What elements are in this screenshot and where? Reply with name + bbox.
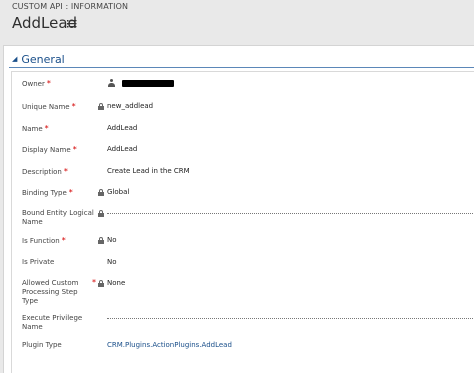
form-header: CUSTOM API : INFORMATION AddLead [0, 0, 474, 44]
field-plugin-type: Plugin Type CRM.Plugins.ActionPlugins.Ad… [12, 341, 474, 355]
entity-form-label: CUSTOM API : INFORMATION [12, 2, 129, 11]
field-value[interactable]: Create Lead in the CRM [107, 167, 190, 176]
field-value[interactable]: AddLead [107, 145, 137, 154]
required-marker: * [63, 167, 68, 176]
field-label: Is Private [22, 258, 55, 266]
field-value: new_addlead [107, 102, 154, 110]
required-marker: * [92, 278, 96, 287]
user-icon [108, 79, 115, 88]
empty-value-line[interactable] [107, 318, 474, 319]
section-title: General [21, 52, 65, 66]
field-label: Bound Entity Logical Name [22, 209, 94, 226]
field-description: Description * Create Lead in the CRM [12, 167, 474, 181]
lock-icon [98, 189, 104, 196]
lock-icon [98, 237, 104, 244]
field-execute-privilege-name: Execute Privilege Name [12, 314, 474, 338]
section-header-general[interactable]: ◢ General [12, 52, 65, 66]
plugin-type-link[interactable]: CRM.Plugins.ActionPlugins.AddLead [107, 341, 232, 350]
field-list: Owner * Unique Name * new_addlead Name * Ad… [11, 71, 474, 373]
required-marker: * [71, 102, 76, 111]
field-value: Global [107, 188, 130, 196]
field-is-function: Is Function * No [12, 236, 474, 250]
field-label: Plugin Type [22, 341, 62, 349]
required-marker: * [68, 188, 73, 197]
field-value: None [107, 279, 126, 287]
field-bound-entity-logical-name: Bound Entity Logical Name [12, 209, 474, 233]
field-label: Allowed Custom Processing Step Type [22, 279, 79, 305]
field-label: Unique Name * [22, 102, 76, 111]
field-value[interactable]: No [107, 258, 117, 267]
lock-icon [98, 103, 104, 110]
field-label: Execute Privilege Name [22, 314, 83, 331]
chevron-down-icon: ◢ [12, 55, 18, 63]
field-owner: Owner * [12, 79, 474, 93]
field-value[interactable]: AddLead [107, 124, 137, 133]
lock-icon [98, 210, 104, 217]
field-unique-name: Unique Name * new_addlead [12, 102, 474, 116]
owner-value-redacted[interactable] [122, 80, 174, 87]
field-label: Is Function * [22, 236, 66, 245]
lock-icon [98, 280, 104, 287]
required-marker: * [46, 79, 51, 88]
field-value: No [107, 236, 117, 244]
field-label: Display Name * [22, 145, 77, 154]
field-label: Name * [22, 124, 49, 133]
empty-value-line [107, 213, 474, 214]
list-icon[interactable] [67, 17, 77, 29]
required-marker: * [61, 236, 66, 245]
section-divider [9, 67, 474, 68]
field-display-name: Display Name * AddLead [12, 145, 474, 159]
required-marker: * [44, 124, 49, 133]
form-card: ◢ General Owner * Unique Name * new_addlea… [3, 45, 474, 373]
field-label: Binding Type * [22, 188, 73, 197]
field-binding-type: Binding Type * Global [12, 188, 474, 202]
required-marker: * [72, 145, 77, 154]
field-name: Name * AddLead [12, 124, 474, 138]
field-label: Owner * [22, 79, 51, 88]
field-allowed-custom-processing-step-type: Allowed Custom Processing Step Type * No… [12, 278, 474, 307]
field-is-private: Is Private No [12, 258, 474, 272]
field-label: Description * [22, 167, 68, 176]
